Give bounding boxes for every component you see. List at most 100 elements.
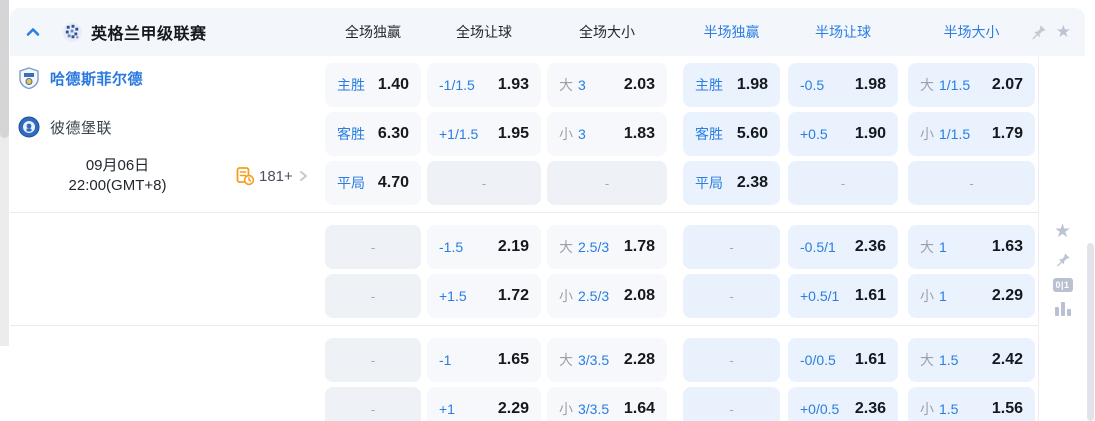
league-logo-icon bbox=[62, 22, 83, 43]
odds-cell[interactable]: -0.5/1 2.36 bbox=[788, 225, 898, 269]
odds-cell[interactable]: +0.5 1.90 bbox=[788, 112, 898, 156]
right-scrollbar-thumb[interactable] bbox=[1087, 243, 1094, 421]
odds-label: +1.5 bbox=[439, 288, 467, 304]
odds-cell[interactable]: -1.52.19 bbox=[427, 225, 541, 269]
odds-label: -1/1.5 bbox=[439, 77, 475, 93]
odds-value: 1.90 bbox=[855, 125, 886, 143]
market-column-headers: 全场独赢 全场让球 全场大小 半场独赢 半场让球 半场大小 bbox=[325, 22, 1035, 42]
odds-value: 2.29 bbox=[498, 400, 529, 418]
favorite-star-icon[interactable]: ★ bbox=[1054, 222, 1071, 242]
odds-cell[interactable]: 客胜5.60 bbox=[683, 112, 780, 156]
odds-value: 2.42 bbox=[992, 351, 1023, 369]
empty-odds-cell: - bbox=[547, 161, 667, 205]
column-header-half-handicap[interactable]: 半场让球 bbox=[788, 22, 898, 42]
odds-label: -0.5/1 bbox=[800, 239, 836, 255]
odds-cell[interactable]: 大1.52.42 bbox=[908, 338, 1035, 382]
away-team-name[interactable]: 彼德堡联 bbox=[50, 117, 112, 138]
odds-label: -1.5 bbox=[439, 239, 463, 255]
home-team-name[interactable]: 哈德斯菲尔德 bbox=[50, 68, 143, 89]
group-separator bbox=[10, 212, 1038, 213]
odds-cell[interactable]: 主胜1.40 bbox=[325, 63, 421, 107]
odds-value: 1.83 bbox=[624, 125, 655, 143]
odds-cell[interactable]: 平局4.70 bbox=[325, 161, 421, 205]
odds-value: 1.95 bbox=[498, 125, 529, 143]
pin-icon[interactable] bbox=[1030, 24, 1047, 41]
odds-value: 1.98 bbox=[855, 76, 886, 94]
no-odds-dash: - bbox=[337, 353, 409, 368]
match-tools-column: ★ 0|1 bbox=[1038, 56, 1085, 421]
odds-value: 1.61 bbox=[855, 351, 886, 369]
chevron-right-icon bbox=[297, 170, 309, 182]
odds-label: +0.5 bbox=[800, 126, 828, 142]
odds-label: +0.5/1 bbox=[800, 288, 839, 304]
odds-cell[interactable]: -0.51.98 bbox=[788, 63, 898, 107]
collapse-chevron-icon[interactable] bbox=[24, 23, 42, 41]
odds-cell[interactable]: 主胜1.98 bbox=[683, 63, 780, 107]
no-odds-dash: - bbox=[337, 289, 409, 304]
odds-value: 1.65 bbox=[498, 351, 529, 369]
empty-odds-cell: - bbox=[683, 274, 780, 318]
pin-icon[interactable] bbox=[1055, 252, 1071, 268]
home-team-badge-icon bbox=[18, 67, 40, 89]
score-icon[interactable]: 0|1 bbox=[1053, 278, 1073, 292]
league-match-panel: 英格兰甲级联赛 全场独赢 全场让球 全场大小 半场独赢 半场让球 半场大小 ★ … bbox=[10, 8, 1085, 421]
league-header: 英格兰甲级联赛 全场独赢 全场让球 全场大小 半场独赢 半场让球 半场大小 ★ bbox=[10, 8, 1085, 56]
column-header-half-1x2[interactable]: 半场独赢 bbox=[683, 22, 780, 42]
odds-value: 5.60 bbox=[737, 125, 768, 143]
column-header-half-overunder[interactable]: 半场大小 bbox=[908, 22, 1035, 42]
favorite-star-icon[interactable]: ★ bbox=[1056, 22, 1071, 42]
odds-label: 客胜 bbox=[337, 124, 365, 144]
more-markets-count[interactable]: 181+ bbox=[259, 168, 293, 185]
odds-groups: 主胜1.40 -1/1.5 1.93 大32.03 主胜1.98-0.51.98大1/1… bbox=[10, 63, 1085, 421]
odds-cell[interactable]: 大32.03 bbox=[547, 63, 667, 107]
odds-value: 1.93 bbox=[498, 76, 529, 94]
odds-cell[interactable]: 大1/1.52.07 bbox=[908, 63, 1035, 107]
away-team-badge-icon bbox=[18, 116, 40, 138]
odds-value: 2.36 bbox=[855, 238, 886, 256]
odds-cell[interactable]: +12.29 bbox=[427, 387, 541, 421]
odds-cell[interactable]: 小2.5/32.08 bbox=[547, 274, 667, 318]
right-scrollbar[interactable] bbox=[1086, 0, 1095, 421]
league-name: 英格兰甲级联赛 bbox=[91, 20, 207, 44]
odds-cell[interactable]: -0/0.51.61 bbox=[788, 338, 898, 382]
odds-cell[interactable]: 大3/3.52.28 bbox=[547, 338, 667, 382]
odds-value: 4.70 bbox=[378, 174, 409, 192]
odds-row: 客胜6.30+1/1.51.95小31.83客胜5.60+0.51.90小1/1… bbox=[10, 112, 1085, 156]
odds-cell[interactable]: +1.51.72 bbox=[427, 274, 541, 318]
no-odds-dash: - bbox=[559, 176, 655, 191]
kickoff-clock: 22:00(GMT+8) bbox=[10, 176, 225, 196]
no-odds-dash: - bbox=[695, 289, 768, 304]
odds-count-icon bbox=[235, 166, 255, 186]
away-team-row[interactable]: 彼德堡联 bbox=[18, 105, 112, 149]
odds-row: 主胜1.40 -1/1.5 1.93 大32.03 主胜1.98-0.51.98大1/1… bbox=[10, 63, 1085, 107]
odds-cell[interactable]: -11.65 bbox=[427, 338, 541, 382]
empty-odds-cell: - bbox=[325, 225, 421, 269]
empty-odds-cell: - bbox=[427, 161, 541, 205]
stats-icon[interactable] bbox=[1055, 302, 1071, 316]
empty-odds-cell: - bbox=[683, 338, 780, 382]
odds-cell[interactable]: 平局2.38 bbox=[683, 161, 780, 205]
odds-cell[interactable]: +0/0.52.36 bbox=[788, 387, 898, 421]
left-scrollbar-thumb[interactable] bbox=[0, 0, 9, 138]
no-odds-dash: - bbox=[695, 353, 768, 368]
odds-cell[interactable]: 小1/1.51.79 bbox=[908, 112, 1035, 156]
odds-cell[interactable]: 小31.83 bbox=[547, 112, 667, 156]
odds-cell[interactable]: +0.5/11.61 bbox=[788, 274, 898, 318]
odds-cell[interactable]: 小12.29 bbox=[908, 274, 1035, 318]
odds-cell[interactable]: 小1.51.56 bbox=[908, 387, 1035, 421]
kickoff-time: 09月06日 22:00(GMT+8) bbox=[10, 156, 225, 196]
empty-odds-cell: - bbox=[683, 225, 780, 269]
home-team-row[interactable]: 哈德斯菲尔德 bbox=[18, 56, 143, 100]
odds-value: 2.03 bbox=[624, 76, 655, 94]
odds-value: 2.28 bbox=[624, 351, 655, 369]
odds-value: 1.64 bbox=[624, 400, 655, 418]
odds-cell[interactable]: +1/1.51.95 bbox=[427, 112, 541, 156]
odds-cell[interactable]: 大11.63 bbox=[908, 225, 1035, 269]
odds-cell[interactable]: 大2.5/31.78 bbox=[547, 225, 667, 269]
odds-cell[interactable]: 小3/3.51.64 bbox=[547, 387, 667, 421]
odds-cell[interactable]: 客胜6.30 bbox=[325, 112, 421, 156]
odds-value: 2.38 bbox=[737, 174, 768, 192]
left-scrollbar[interactable] bbox=[0, 0, 9, 346]
more-markets-link[interactable]: 181+ bbox=[235, 154, 309, 198]
odds-cell[interactable]: -1/1.5 1.93 bbox=[427, 63, 541, 107]
